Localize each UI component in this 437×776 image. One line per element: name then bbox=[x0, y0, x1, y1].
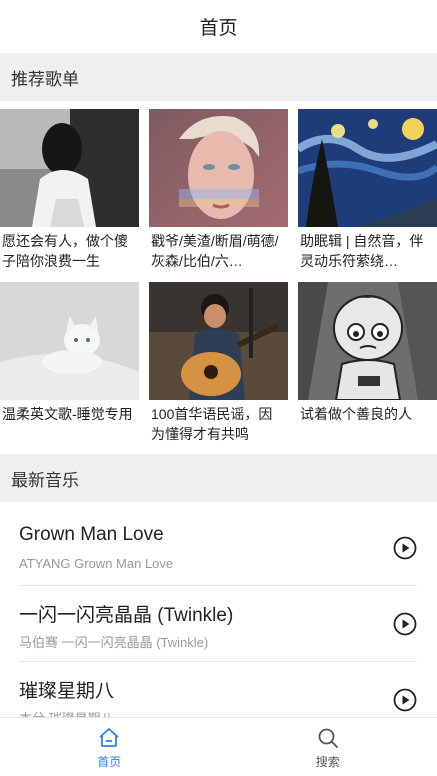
play-circle-icon[interactable] bbox=[393, 612, 417, 636]
playlist-item[interactable]: 试着做个善良的人 bbox=[298, 282, 437, 446]
home-icon bbox=[99, 728, 119, 747]
playlist-item[interactable]: 100首华语民谣，因为懂得才有共鸣 bbox=[149, 282, 288, 446]
section-header-recommend: 推荐歌单 bbox=[0, 53, 437, 101]
song-subtitle: 本兮 璀璨星期八 bbox=[19, 708, 114, 717]
playlist-cover-image bbox=[149, 282, 288, 400]
play-circle-icon[interactable] bbox=[393, 536, 417, 560]
playlist-cover-image bbox=[149, 109, 288, 227]
song-item[interactable]: Grown Man Love ATYANG Grown Man Love bbox=[19, 510, 417, 586]
playlist-name: 温柔英文歌-睡觉专用 bbox=[2, 406, 133, 422]
song-item[interactable]: 一闪一闪亮晶晶 (Twinkle) 马伯骞 一闪一闪亮晶晶 (Twinkle) bbox=[19, 586, 417, 662]
playlist-cover-image bbox=[298, 282, 437, 400]
playlist-name: 助眠辑 | 自然音，伴灵动乐符萦绕… bbox=[300, 233, 424, 269]
playlist-cover-image bbox=[0, 282, 139, 400]
playlist-name: 100首华语民谣，因为懂得才有共鸣 bbox=[151, 406, 273, 442]
song-list: Grown Man Love ATYANG Grown Man Love 一闪一… bbox=[0, 510, 437, 717]
song-item[interactable]: 璀璨星期八 本兮 璀璨星期八 bbox=[19, 662, 417, 717]
section-header-newest: 最新音乐 bbox=[0, 454, 437, 502]
tab-bar: 首页 搜索 bbox=[0, 717, 437, 776]
page-title: 首页 bbox=[199, 18, 238, 39]
song-title: 一闪一闪亮晶晶 (Twinkle) bbox=[19, 605, 234, 626]
tab-home-label: 首页 bbox=[97, 755, 122, 769]
playlist-item[interactable]: 戳爷/美渣/断眉/萌德/灰森/比伯/六… bbox=[149, 109, 288, 273]
playlist-item[interactable]: 助眠辑 | 自然音，伴灵动乐符萦绕… bbox=[298, 109, 437, 273]
tab-home[interactable]: 首页 bbox=[0, 718, 219, 776]
song-title: Grown Man Love bbox=[19, 524, 164, 545]
song-title: 璀璨星期八 bbox=[19, 681, 115, 702]
playlist-cover-image bbox=[0, 109, 139, 227]
playlist-cover-image bbox=[298, 109, 437, 227]
tab-search[interactable]: 搜索 bbox=[219, 718, 437, 776]
playlist-name: 试着做个善良的人 bbox=[300, 406, 412, 422]
playlist-item[interactable]: 愿还会有人，做个傻子陪你浪费一生 bbox=[0, 109, 139, 273]
playlist-name: 戳爷/美渣/断眉/萌德/灰森/比伯/六… bbox=[151, 233, 279, 269]
tab-search-label: 搜索 bbox=[315, 755, 340, 769]
song-subtitle: ATYANG Grown Man Love bbox=[19, 556, 174, 571]
playlist-item[interactable]: 温柔英文歌-睡觉专用 bbox=[0, 282, 139, 446]
top-bar: 首页 bbox=[0, 0, 437, 53]
play-circle-icon[interactable] bbox=[393, 688, 417, 712]
song-subtitle: 马伯骞 一闪一闪亮晶晶 (Twinkle) bbox=[19, 635, 209, 650]
search-icon bbox=[318, 728, 338, 748]
playlist-name: 愿还会有人，做个傻子陪你浪费一生 bbox=[2, 233, 128, 269]
